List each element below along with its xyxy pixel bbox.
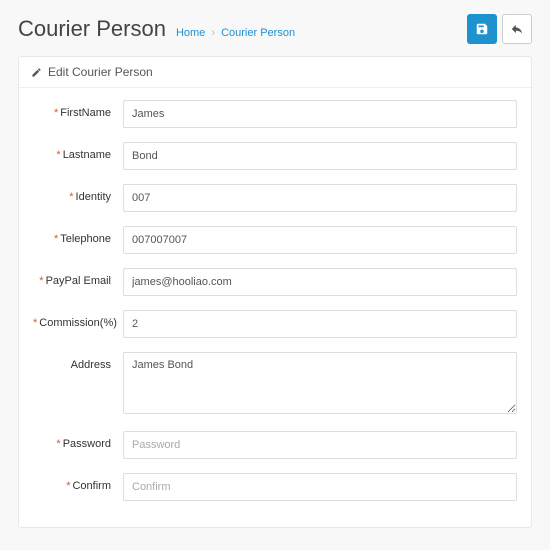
lastname-label: *Lastname <box>33 142 123 162</box>
paypal-field[interactable] <box>123 268 517 296</box>
cancel-button[interactable] <box>502 14 532 44</box>
reply-icon <box>510 22 524 36</box>
breadcrumb-home[interactable]: Home <box>176 27 205 39</box>
page-title: Courier Person <box>18 16 166 42</box>
panel-title: Edit Courier Person <box>48 65 153 79</box>
breadcrumb: Home › Courier Person <box>176 27 295 39</box>
address-field[interactable]: James Bond <box>123 352 517 414</box>
telephone-label: *Telephone <box>33 226 123 246</box>
confirm-field[interactable] <box>123 473 517 501</box>
paypal-label: *PayPal Email <box>33 268 123 288</box>
firstname-label: *FirstName <box>33 100 123 120</box>
edit-panel: Edit Courier Person *FirstName *Lastname… <box>18 56 532 528</box>
panel-heading: Edit Courier Person <box>19 57 531 88</box>
confirm-label: *Confirm <box>33 473 123 493</box>
firstname-field[interactable] <box>123 100 517 128</box>
breadcrumb-current[interactable]: Courier Person <box>221 27 295 39</box>
address-label: Address <box>33 352 123 372</box>
save-button[interactable] <box>467 14 497 44</box>
save-icon <box>475 22 489 36</box>
password-field[interactable] <box>123 431 517 459</box>
commission-label: *Commission(%) <box>33 310 123 330</box>
password-label: *Password <box>33 431 123 451</box>
pencil-icon <box>31 67 42 78</box>
telephone-field[interactable] <box>123 226 517 254</box>
lastname-field[interactable] <box>123 142 517 170</box>
identity-field[interactable] <box>123 184 517 212</box>
commission-field[interactable] <box>123 310 517 338</box>
identity-label: *Identity <box>33 184 123 204</box>
